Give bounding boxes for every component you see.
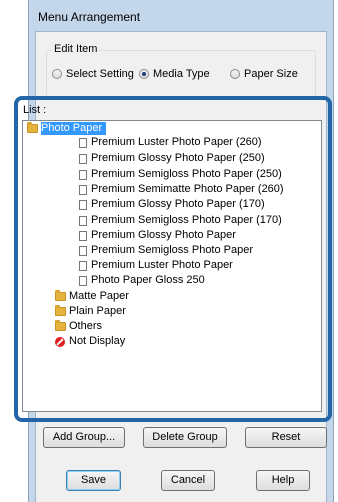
radio-paper-size[interactable]: Paper Size (230, 68, 298, 80)
window-title: Menu Arrangement (38, 10, 141, 24)
help-button[interactable]: Help (256, 470, 310, 491)
radio-media-type-label: Media Type (153, 68, 210, 80)
reset-button[interactable]: Reset (245, 427, 327, 448)
radio-select-setting-icon[interactable] (52, 69, 62, 79)
list-highlight-frame (14, 96, 332, 422)
edit-item-legend: Edit Item (52, 43, 100, 55)
delete-group-button[interactable]: Delete Group (143, 427, 227, 448)
cancel-button[interactable]: Cancel (161, 470, 215, 491)
radio-select-setting-label: Select Setting (66, 68, 134, 80)
add-group-button[interactable]: Add Group... (43, 427, 125, 448)
radio-paper-size-icon[interactable] (230, 69, 240, 79)
radio-paper-size-label: Paper Size (244, 68, 298, 80)
radio-select-setting[interactable]: Select Setting (52, 68, 134, 80)
radio-media-type-icon[interactable] (139, 69, 149, 79)
save-button[interactable]: Save (66, 470, 121, 491)
title-bar[interactable]: Menu Arrangement (29, 0, 333, 30)
radio-media-type[interactable]: Media Type (139, 68, 210, 80)
